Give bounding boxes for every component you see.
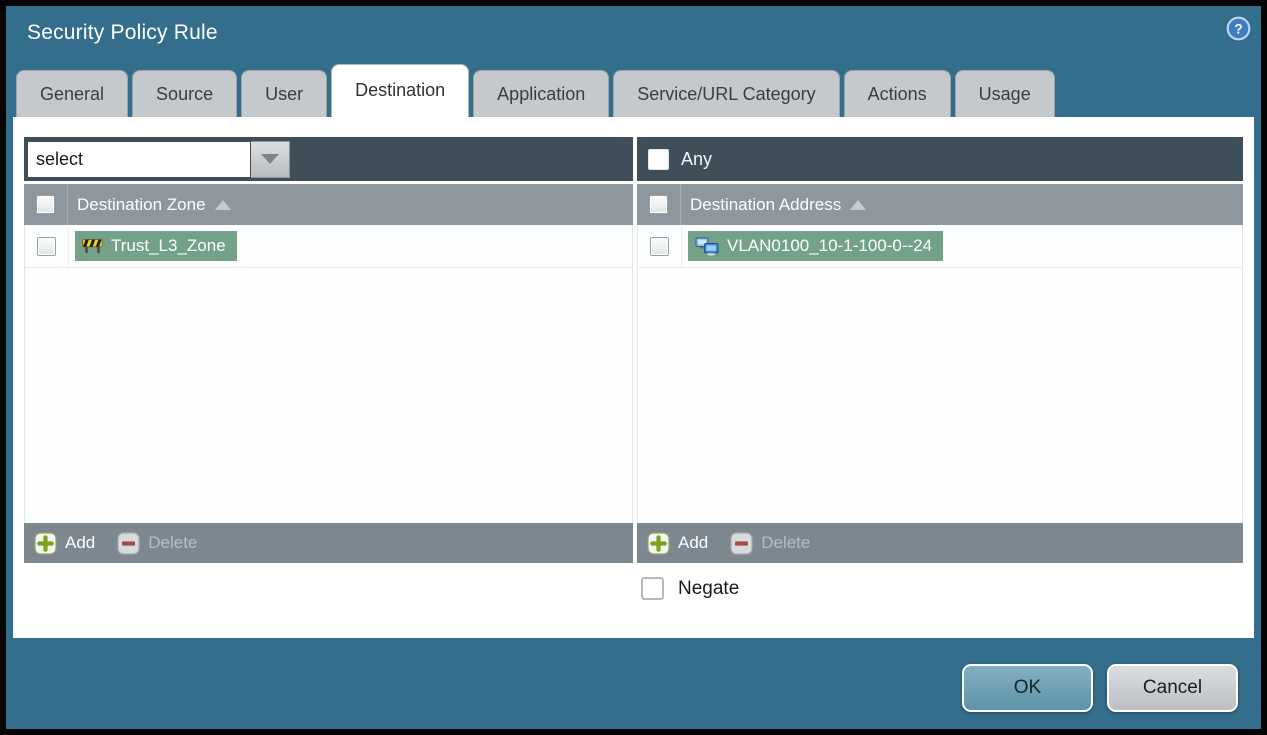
zone-select-input[interactable] [27, 140, 251, 178]
add-icon [34, 531, 57, 555]
zone-table-body: Trust_L3_Zone [24, 225, 633, 523]
chevron-down-icon [261, 154, 279, 164]
negate-option: Negate [641, 577, 739, 600]
zone-row-label: Trust_L3_Zone [111, 236, 226, 255]
zone-panel-footer: Add Delete [24, 523, 633, 563]
network-icon [695, 237, 719, 256]
zone-table-header: Destination Zone [24, 184, 633, 225]
zone-header-checkbox-cell [24, 184, 68, 225]
zone-column-header[interactable]: Destination Zone [68, 195, 231, 215]
zone-row-checkbox[interactable] [37, 236, 56, 256]
destination-address-panel: Any Destination Address VLAN0100_10-1-10… [637, 137, 1243, 563]
zone-panel-toolbar [24, 137, 633, 181]
address-select-all-checkbox[interactable] [649, 195, 668, 214]
address-add-label: Add [678, 533, 709, 552]
any-label: Any [681, 148, 713, 169]
address-delete-label: Delete [761, 533, 811, 552]
address-panel-footer: Add Delete [637, 523, 1243, 563]
tab-service-url-category[interactable]: Service/URL Category [613, 70, 840, 117]
delete-icon [730, 531, 753, 555]
zone-select-all-checkbox[interactable] [36, 195, 55, 214]
any-option: Any [640, 148, 713, 170]
zone-column-header-label: Destination Zone [77, 194, 206, 214]
address-column-header[interactable]: Destination Address [681, 194, 867, 215]
zone-row-checkbox-cell [25, 225, 69, 267]
security-policy-rule-dialog: Security Policy Rule ? General Source Us… [6, 6, 1261, 729]
svg-text:?: ? [1234, 20, 1243, 36]
address-row-label: VLAN0100_10-1-100-0--24 [727, 236, 933, 255]
dialog-title: Security Policy Rule [27, 21, 218, 44]
zone-table-row[interactable]: Trust_L3_Zone [25, 225, 632, 268]
address-add-button[interactable]: Add [647, 531, 709, 555]
tab-destination[interactable]: Destination [331, 64, 470, 117]
tab-usage[interactable]: Usage [954, 70, 1055, 117]
tab-general[interactable]: General [16, 70, 129, 117]
address-table-header: Destination Address [637, 184, 1243, 225]
sort-ascending-icon [214, 199, 231, 210]
address-table-body: VLAN0100_10-1-100-0--24 [637, 225, 1243, 523]
destination-zone-panel: Destination Zone [24, 137, 633, 563]
address-panel-toolbar: Any [637, 137, 1243, 181]
address-row-checkbox[interactable] [650, 236, 669, 256]
add-icon [647, 531, 670, 555]
tab-user[interactable]: User [241, 70, 328, 117]
delete-icon [117, 531, 140, 555]
address-table-row[interactable]: VLAN0100_10-1-100-0--24 [638, 225, 1242, 268]
address-delete-button[interactable]: Delete [730, 531, 811, 555]
zone-delete-button[interactable]: Delete [117, 531, 198, 555]
zone-select-dropdown-button[interactable] [251, 140, 290, 178]
tab-application[interactable]: Application [473, 70, 610, 117]
dialog-titlebar: Security Policy Rule ? [6, 6, 1261, 64]
tab-source[interactable]: Source [132, 70, 238, 117]
zone-value-chip[interactable]: Trust_L3_Zone [75, 231, 237, 261]
tab-bar: General Source User Destination Applicat… [16, 64, 1055, 117]
help-icon[interactable]: ? [1225, 15, 1252, 42]
address-column-header-label: Destination Address [690, 194, 842, 214]
address-value-chip[interactable]: VLAN0100_10-1-100-0--24 [688, 231, 944, 261]
cancel-button[interactable]: Cancel [1107, 664, 1238, 712]
address-header-checkbox-cell [637, 184, 681, 225]
zone-add-label: Add [65, 533, 96, 552]
ok-button[interactable]: OK [962, 664, 1093, 712]
zone-icon [82, 239, 103, 253]
zone-select-combobox[interactable] [27, 140, 290, 178]
zone-delete-label: Delete [148, 533, 198, 552]
tab-actions[interactable]: Actions [843, 70, 951, 117]
destination-tab-content: Destination Zone [13, 117, 1254, 638]
sort-ascending-icon [850, 199, 867, 210]
negate-label: Negate [678, 577, 740, 599]
negate-checkbox[interactable] [641, 577, 664, 600]
zone-add-button[interactable]: Add [34, 531, 96, 555]
any-checkbox[interactable] [648, 148, 669, 170]
address-row-checkbox-cell [638, 225, 682, 267]
